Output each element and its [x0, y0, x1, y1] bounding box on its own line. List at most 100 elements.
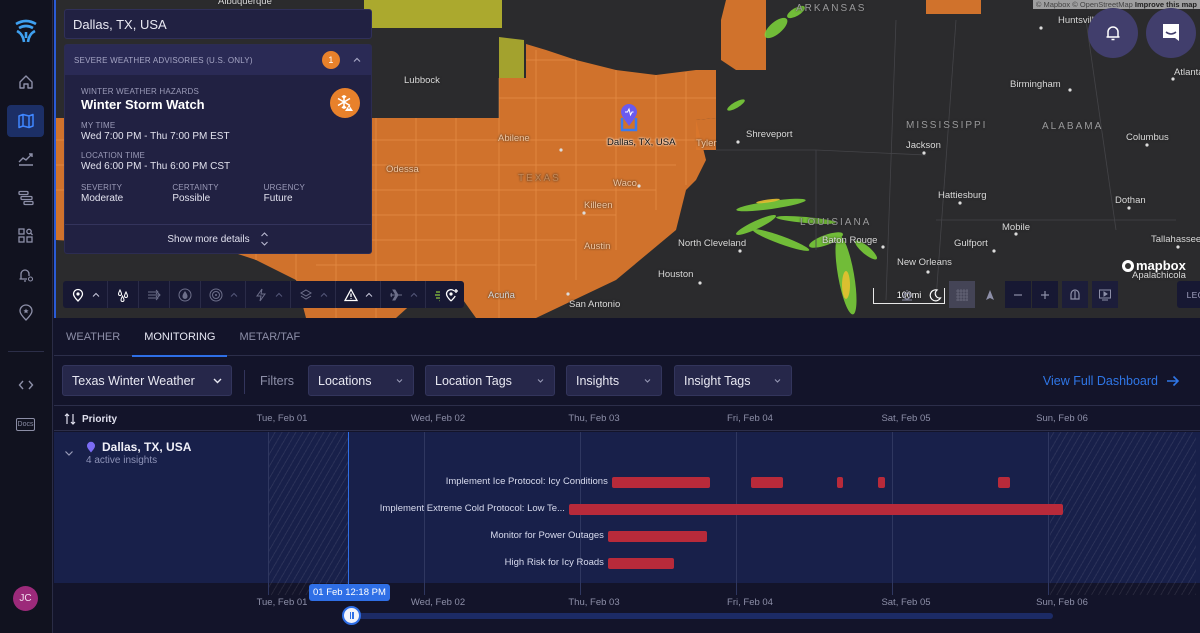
map-label-city: Houston: [658, 269, 694, 280]
insight-bar[interactable]: [877, 477, 885, 488]
tab-metar-taf[interactable]: METAR/TAF: [227, 318, 312, 356]
layers-menu[interactable]: [317, 284, 331, 306]
show-more-details-button[interactable]: Show more details: [65, 224, 371, 253]
animation-player-button[interactable]: [1092, 281, 1118, 308]
chat-button[interactable]: [1146, 8, 1196, 58]
sidebar-item-catalog[interactable]: [7, 220, 44, 252]
lightning-layer-button[interactable]: [250, 284, 272, 306]
axis-day-label: Sun, Feb 06: [1036, 413, 1088, 424]
wind-layer-button[interactable]: [143, 284, 165, 306]
insight-label[interactable]: Implement Extreme Cold Protocol: Low Te.…: [380, 503, 565, 514]
filter-insights-dropdown[interactable]: Insights: [566, 365, 662, 396]
chevron-up-icon[interactable]: [352, 55, 362, 65]
sort-priority-button[interactable]: Priority: [64, 407, 117, 431]
aviation-layer-menu[interactable]: [407, 284, 421, 306]
sidebar-item-alerts-settings[interactable]: [7, 259, 44, 291]
my-time-value: Wed 7:00 PM - Thu 7:00 PM EST: [81, 131, 230, 142]
sidebar-item-map[interactable]: [7, 105, 44, 137]
radar-layer-menu[interactable]: [227, 284, 241, 306]
chevron-down-icon: [537, 379, 544, 383]
sidebar-item-saved-locations[interactable]: [7, 297, 44, 329]
zoom-out-button[interactable]: [1005, 281, 1031, 308]
satellite-toggle[interactable]: [949, 281, 975, 308]
chevron-down-icon[interactable]: [64, 448, 74, 458]
axis-day-label-bottom: Sun, Feb 06: [1036, 597, 1088, 608]
tab-monitoring[interactable]: MONITORING: [132, 318, 228, 357]
location-pin-icon: [72, 288, 84, 302]
plus-icon: [1041, 290, 1049, 299]
dark-mode-toggle[interactable]: [922, 281, 948, 308]
insight-label[interactable]: High Risk for Icy Roads: [505, 557, 604, 568]
insight-bar[interactable]: [750, 477, 783, 488]
location-pin-icon: [87, 441, 95, 453]
certainty-value: Possible: [172, 193, 211, 204]
lightning-layer-menu[interactable]: [272, 284, 286, 306]
map-label-state: ARKANSAS: [796, 3, 867, 14]
warnings-layer-menu[interactable]: [362, 284, 376, 306]
panel-tabs: WEATHER MONITORING METAR/TAF: [54, 318, 1200, 357]
insight-bar[interactable]: [568, 504, 1063, 515]
insight-bar[interactable]: [607, 558, 675, 569]
daylight-toggle[interactable]: [894, 281, 920, 308]
compass-button[interactable]: [977, 281, 1003, 308]
user-avatar[interactable]: JC: [13, 586, 38, 611]
advisory-count-badge: 1: [322, 51, 340, 69]
bell-gear-icon: [19, 269, 33, 282]
chevron-up-icon: [92, 292, 100, 297]
insight-bar[interactable]: [997, 477, 1011, 488]
timeline-scrubber-handle[interactable]: [342, 606, 361, 625]
aviation-layer-button[interactable]: [385, 284, 407, 306]
insight-label[interactable]: Monitor for Power Outages: [490, 530, 604, 541]
insight-bar[interactable]: [607, 531, 707, 542]
sidebar-item-timeline[interactable]: [7, 182, 44, 214]
location-header[interactable]: Dallas, TX, USA 4 active insights: [64, 440, 191, 466]
locations-layer-menu[interactable]: [89, 284, 103, 306]
preset-dropdown[interactable]: Texas Winter Weather: [62, 365, 232, 396]
view-full-dashboard-link[interactable]: View Full Dashboard: [1043, 356, 1180, 406]
sidebar-item-home[interactable]: [7, 66, 44, 98]
arrow-right-icon: [1167, 375, 1180, 387]
active-insights-count: 4 active insights: [86, 455, 158, 466]
location-time-label: LOCATION TIME: [81, 151, 146, 160]
insight-bar[interactable]: [611, 477, 710, 488]
warnings-layer-button[interactable]: [340, 284, 362, 306]
advisory-title: Winter Storm Watch: [81, 97, 205, 112]
add-location-button[interactable]: [440, 281, 464, 308]
advisories-header[interactable]: SEVERE WEATHER ADVISORIES (U.S. ONLY) 1: [65, 45, 371, 75]
filter-locations-dropdown[interactable]: Locations: [308, 365, 414, 396]
notifications-button[interactable]: [1088, 8, 1138, 58]
fire-layer-button[interactable]: [174, 284, 196, 306]
axis-day-label: Thu, Feb 03: [568, 413, 620, 424]
axis-day-label-bottom: Sat, Feb 05: [881, 597, 931, 608]
radar-layer-button[interactable]: [205, 284, 227, 306]
insight-bar[interactable]: [836, 477, 844, 488]
legend-button[interactable]: LEGEND: [1177, 281, 1200, 308]
insight-label[interactable]: Implement Ice Protocol: Icy Conditions: [446, 476, 608, 487]
mapbox-logo-text: mapbox: [1136, 258, 1186, 273]
sidebar-item-analytics[interactable]: [7, 143, 44, 175]
map-label-city: Gulfport: [954, 238, 988, 249]
timeline-scrubber-track[interactable]: [351, 613, 1053, 619]
gantt-icon: [17, 190, 34, 206]
location-search-input[interactable]: Dallas, TX, USA: [64, 9, 372, 39]
locations-layer-button[interactable]: [67, 284, 89, 306]
filter-insight-tags-dropdown[interactable]: Insight Tags: [674, 365, 792, 396]
radar-icon: [209, 288, 223, 301]
sidebar-item-developer[interactable]: [7, 369, 44, 401]
urgency-label: URGENCY: [263, 183, 306, 192]
tab-weather[interactable]: WEATHER: [54, 318, 132, 356]
timeline-header: Priority Tue, Feb 01 Wed, Feb 02 Thu, Feb …: [54, 407, 1200, 431]
map-3d-button[interactable]: [1062, 281, 1088, 308]
wind-icon: [148, 289, 161, 300]
layers-icon: [300, 288, 312, 300]
zoom-in-button[interactable]: [1032, 281, 1058, 308]
chevron-up-icon: [275, 292, 283, 297]
filter-location-tags-dropdown[interactable]: Location Tags: [425, 365, 555, 396]
layers-button[interactable]: [295, 284, 317, 306]
sidebar-item-docs[interactable]: Docs: [7, 408, 44, 440]
advisory-region-arkansas: [721, 0, 766, 70]
precipitation-layer-button[interactable]: [112, 284, 134, 306]
chevron-up-icon: [365, 292, 373, 297]
map-label-state: LOUISIANA: [800, 217, 872, 228]
axis-day-label: Fri, Feb 04: [727, 413, 773, 424]
